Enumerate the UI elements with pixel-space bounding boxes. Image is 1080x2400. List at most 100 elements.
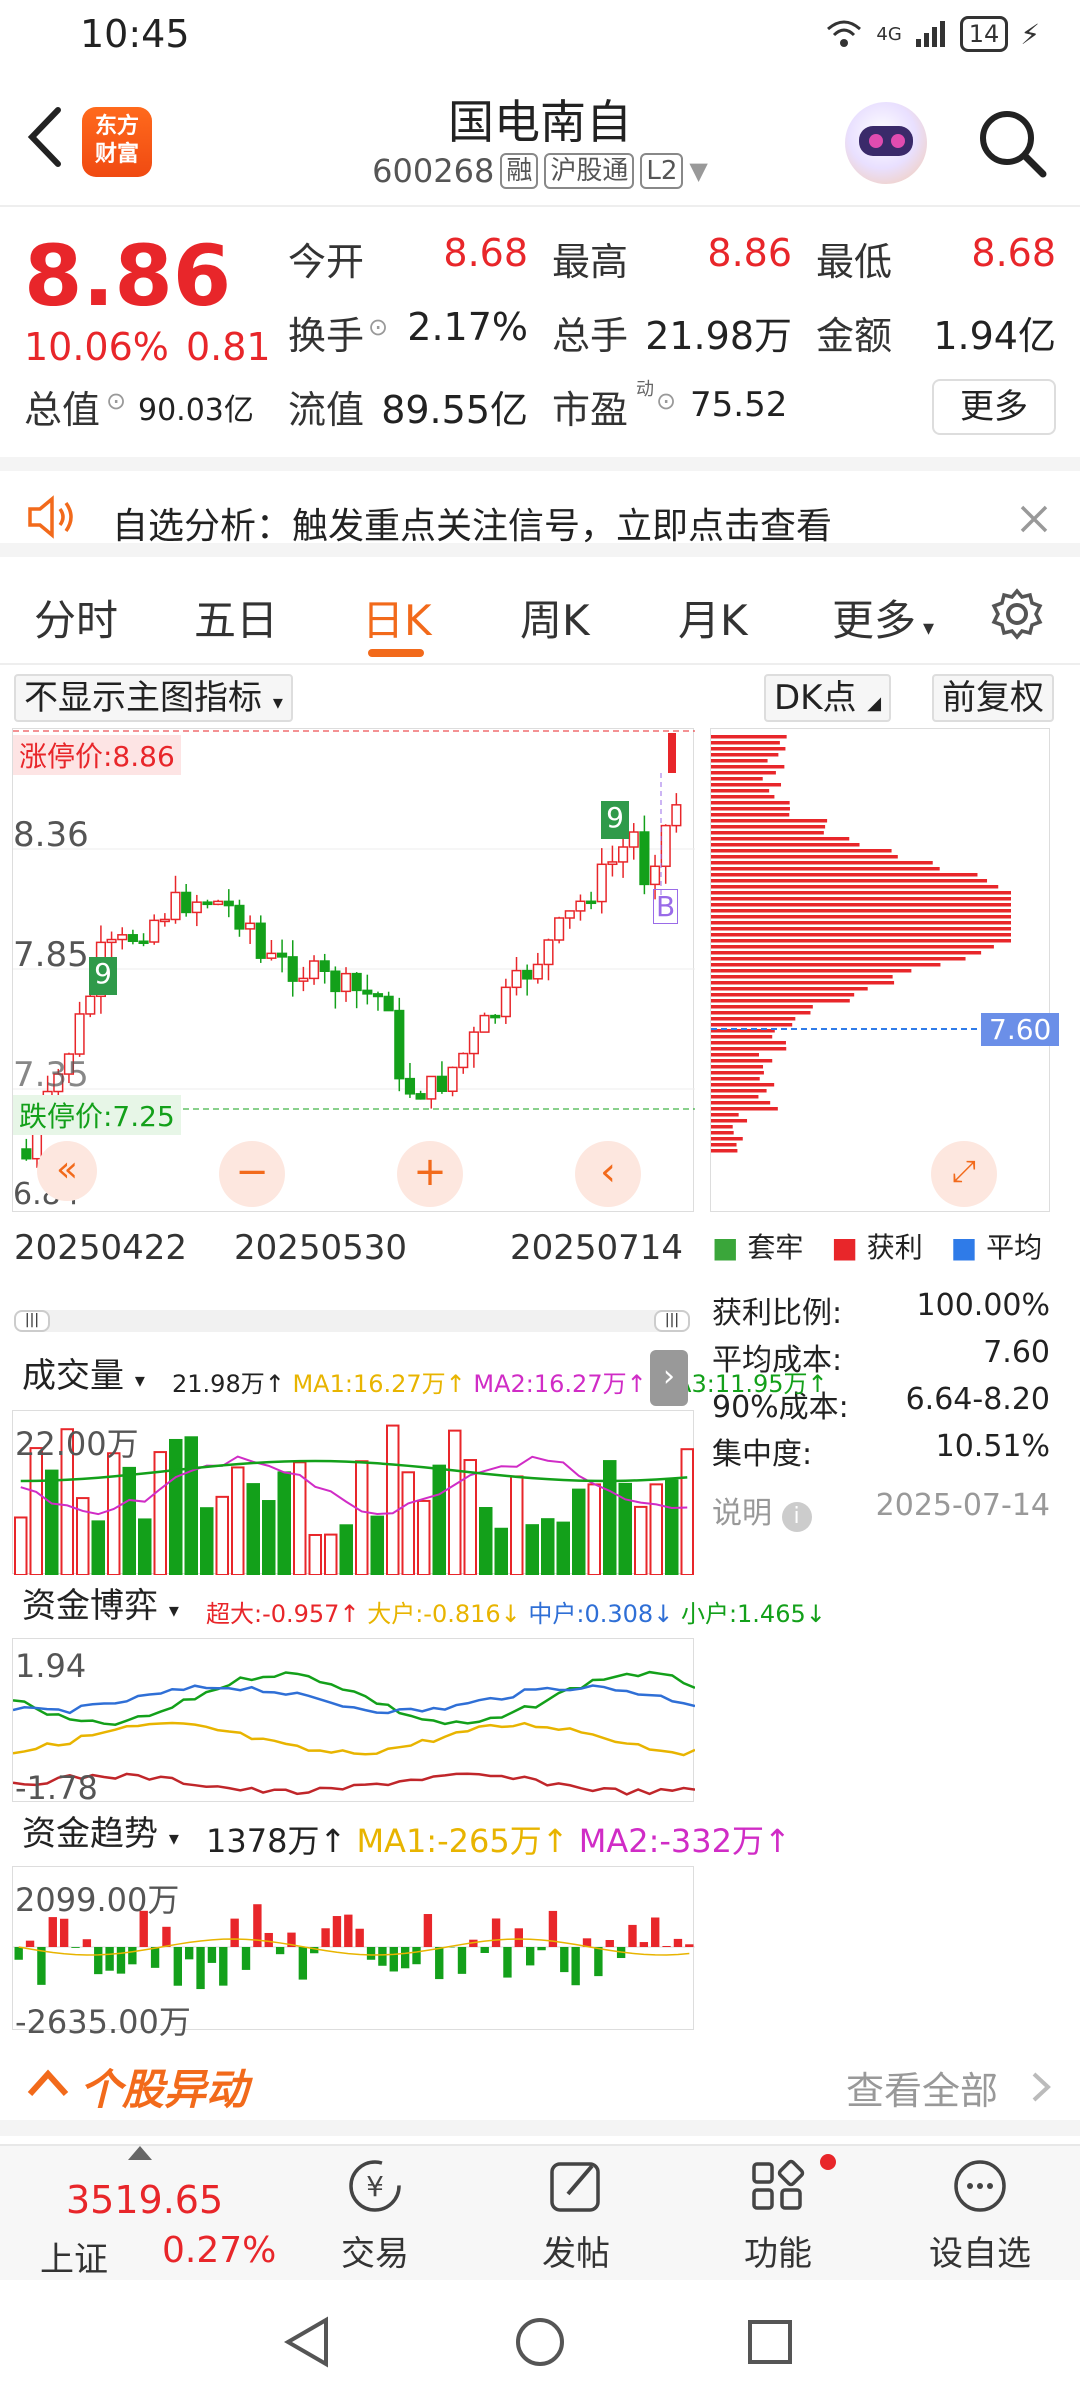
- fund-trend-bar: [400, 1947, 410, 1969]
- back-latest-button[interactable]: ‹: [575, 1141, 641, 1207]
- fund-trend-bar: [366, 1947, 376, 1960]
- chip-bar: [711, 981, 895, 985]
- chip-note-row[interactable]: 说明 i 2025-07-14: [712, 1488, 1050, 1532]
- tab-five-day[interactable]: 五日: [194, 587, 278, 648]
- gear-icon[interactable]: [990, 587, 1044, 641]
- candle-body: [159, 918, 170, 923]
- view-all-link[interactable]: 查看全部: [846, 2060, 998, 2115]
- dk-point-label: DK点: [774, 678, 857, 718]
- chip-bar: [711, 1137, 743, 1141]
- volume-bar: [45, 1469, 59, 1576]
- nav-add-watchlist[interactable]: 设自选: [910, 2156, 1050, 2275]
- chip-bar: [711, 1119, 748, 1123]
- chip-bar: [711, 1149, 738, 1153]
- candle-body: [362, 989, 373, 995]
- chip-bar: [711, 1125, 733, 1129]
- chip-bar: [711, 765, 785, 769]
- system-recents-icon[interactable]: [746, 2318, 794, 2366]
- range-slider[interactable]: ||| |||: [14, 1310, 690, 1332]
- info-icon[interactable]: ⊙: [106, 387, 126, 415]
- expand-icon[interactable]: ⤢: [931, 1141, 997, 1207]
- chevron-right-icon: [1032, 2072, 1051, 2102]
- dk-point-button[interactable]: DK点 ◢: [764, 674, 892, 722]
- tab-minute[interactable]: 分时: [34, 587, 118, 648]
- candle-body: [138, 940, 149, 944]
- fund-game-select[interactable]: 资金博弈 ▾: [14, 1584, 187, 1632]
- fund-trend-bar: [25, 1940, 35, 1947]
- range-handle-left[interactable]: |||: [14, 1310, 50, 1332]
- candle-body: [564, 910, 575, 919]
- search-icon[interactable]: [975, 106, 1049, 180]
- tab-weekly-k[interactable]: 周K: [520, 587, 590, 648]
- chip-bar: [711, 1065, 764, 1069]
- candle-body: [415, 1093, 426, 1100]
- svg-text:¥: ¥: [366, 2170, 384, 2203]
- trade-yen-icon: ¥: [349, 2160, 401, 2212]
- candle-body: [394, 1009, 405, 1080]
- more-quote-button[interactable]: 更多: [932, 379, 1056, 435]
- system-back-icon[interactable]: [282, 2316, 332, 2368]
- notice-text: 自选分析：触发重点关注信号，立即点击查看: [112, 506, 833, 547]
- adjust-select[interactable]: 前复权: [932, 674, 1054, 722]
- battery-icon: 14: [959, 16, 1009, 52]
- nav-post[interactable]: 发帖: [506, 2156, 646, 2275]
- range-handle-right[interactable]: |||: [654, 1310, 690, 1332]
- chip-bar: [711, 999, 850, 1003]
- candle-body: [351, 972, 362, 992]
- expand-right-icon[interactable]: ›: [650, 1350, 688, 1406]
- volume-bar: [14, 1516, 28, 1576]
- volume-y-label: 22.00万: [15, 1425, 139, 1463]
- fund-trend-bar: [560, 1947, 569, 1973]
- chip-bar: [711, 1059, 773, 1063]
- index-value[interactable]: 3519.65: [66, 2178, 223, 2222]
- fund-trend-bar: [457, 1947, 467, 1974]
- candle-body: [404, 1077, 416, 1095]
- dropdown-triangle-icon[interactable]: ▼: [689, 157, 707, 185]
- chip-bar: [711, 891, 1011, 895]
- tab-monthly-k[interactable]: 月K: [678, 587, 748, 648]
- zoom-out-button[interactable]: −: [219, 1141, 285, 1207]
- volume-bar: [494, 1527, 508, 1576]
- index-name[interactable]: 上证: [40, 2232, 108, 2281]
- chip-row-concentration: 集中度: 10.51%: [712, 1429, 1050, 1472]
- candle-body: [458, 1052, 469, 1069]
- prev-page-button[interactable]: «: [37, 1141, 97, 1201]
- chip-bar: [711, 1083, 775, 1087]
- legend-average: ■ 平均: [950, 1231, 1043, 1264]
- nav-trade[interactable]: ¥ 交易: [305, 2156, 445, 2275]
- fund-trend-bar: [230, 1918, 239, 1947]
- open-value: 8.68: [443, 231, 528, 275]
- chip-bar: [711, 831, 824, 835]
- fund-trend-bar: [275, 1947, 285, 1955]
- close-icon[interactable]: [1018, 503, 1050, 535]
- high-value: 8.86: [707, 231, 792, 275]
- fund-trend-select[interactable]: 资金趋势 ▾: [14, 1812, 187, 1860]
- fund-trend-bar: [332, 1916, 342, 1947]
- status-bar: 10:45 4G 14 ⚡: [0, 0, 1080, 72]
- chip-bar: [711, 771, 776, 775]
- info-icon[interactable]: ⊙: [368, 313, 388, 341]
- volume-bar: [401, 1471, 415, 1577]
- info-icon[interactable]: ⊙: [656, 387, 676, 415]
- index-percent[interactable]: 0.27%: [162, 2230, 276, 2271]
- volume-indicator-select[interactable]: 成交量 ▾: [14, 1354, 153, 1402]
- main-indicator-select[interactable]: 不显示主图指标 ▾: [14, 674, 293, 722]
- tab-more[interactable]: 更多 ▾: [832, 587, 934, 648]
- chip-bar: [711, 801, 790, 805]
- robot-avatar[interactable]: [845, 102, 927, 184]
- system-nav-bar: [0, 2280, 1080, 2400]
- nav-function[interactable]: 功能: [708, 2154, 848, 2275]
- chip-bar: [711, 969, 912, 973]
- notice-bar[interactable]: 自选分析：触发重点关注信号，立即点击查看: [0, 457, 1080, 557]
- limit-down-label: 跌停价:7.25: [13, 1095, 181, 1135]
- stock-movement-section[interactable]: 个股异动 查看全部: [0, 2036, 1080, 2136]
- candle-body: [649, 865, 661, 886]
- chip-bar: [711, 747, 786, 751]
- candle-body: [85, 995, 96, 1015]
- fund-game-line: [12, 1772, 696, 1796]
- kline-chart[interactable]: 涨停价:8.86 跌停价:7.25 8.36 7.85 7.35 6.84 S …: [12, 728, 695, 1212]
- zoom-in-button[interactable]: +: [397, 1141, 463, 1207]
- tab-daily-k[interactable]: 日K: [362, 587, 432, 648]
- fund-trend-bar: [628, 1924, 637, 1947]
- system-home-icon[interactable]: [514, 2316, 566, 2368]
